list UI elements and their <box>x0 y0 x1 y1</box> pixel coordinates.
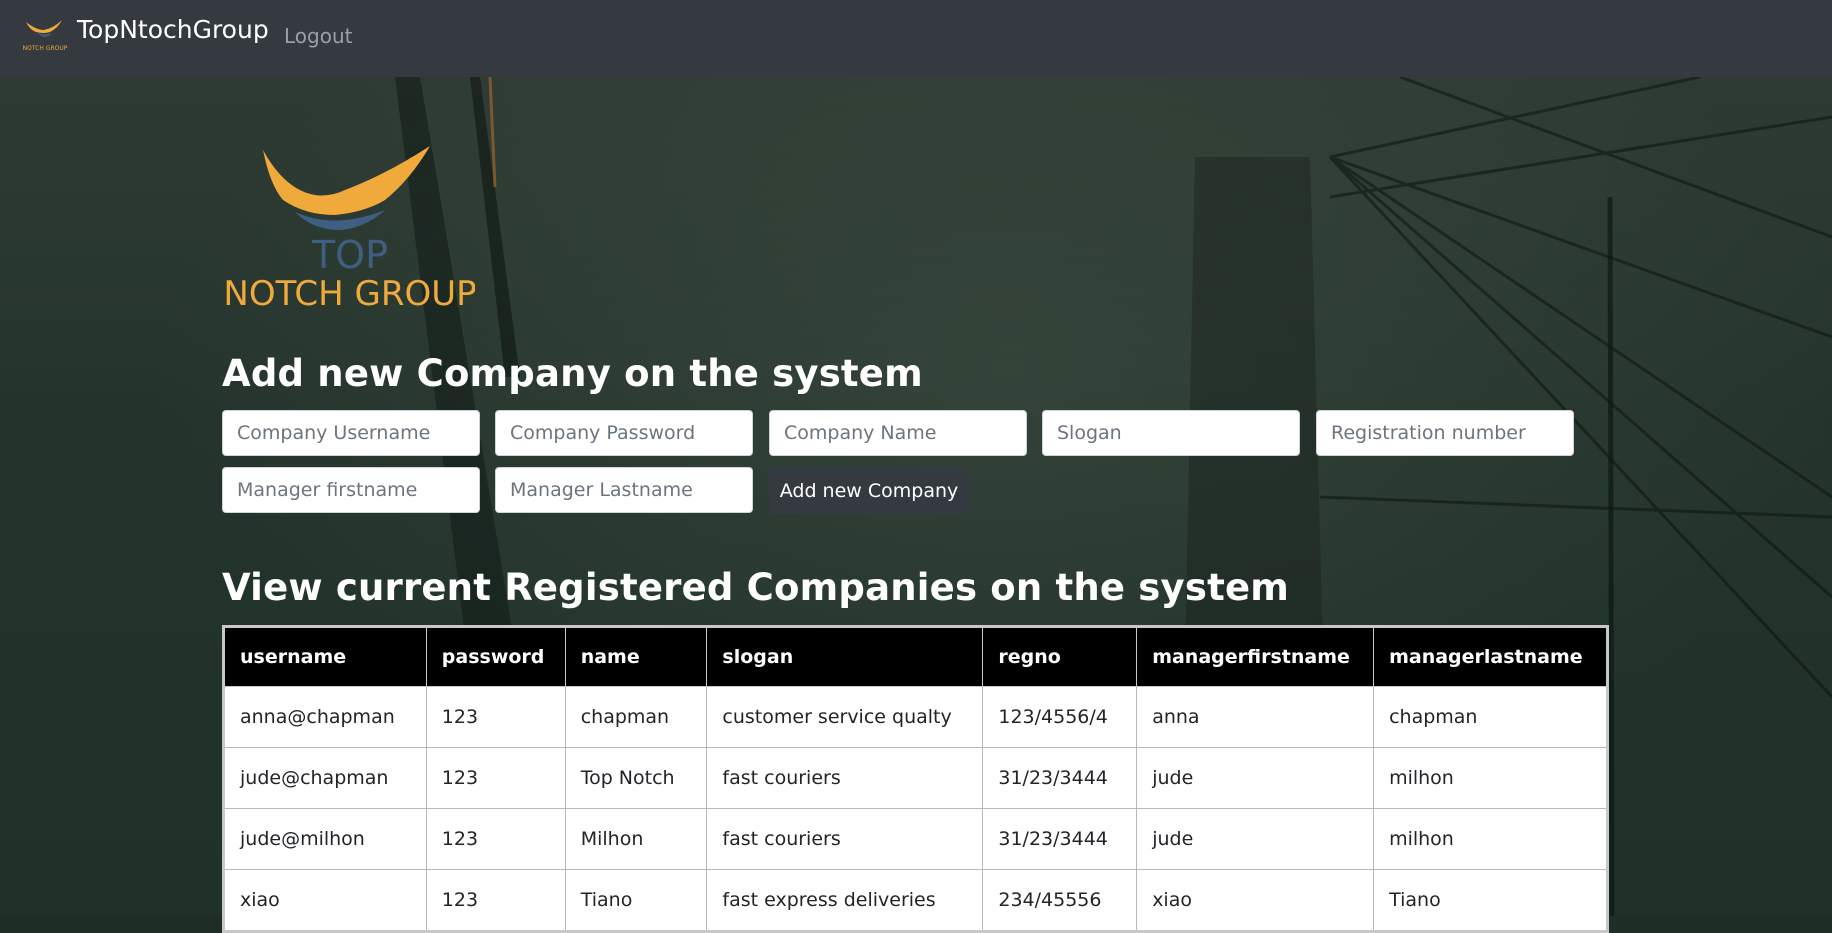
table-cell: milhon <box>1373 808 1608 870</box>
logo-text-top: TOP <box>311 233 388 277</box>
company-name-input[interactable] <box>769 410 1027 456</box>
add-new-company-button[interactable]: Add new Company <box>769 467 969 514</box>
table-cell: jude@milhon <box>223 808 427 870</box>
table-cell: chapman <box>1373 686 1608 748</box>
column-header-password: password <box>425 626 566 687</box>
table-cell: customer service qualty <box>706 686 984 748</box>
table-cell: 123/4556/4 <box>982 686 1138 748</box>
table-cell: fast couriers <box>706 747 984 809</box>
table-cell: 123 <box>425 808 566 870</box>
table-cell: fast express deliveries <box>706 869 984 932</box>
table-cell: jude@chapman <box>223 747 427 809</box>
column-header-username: username <box>223 626 427 687</box>
table-cell: jude <box>1136 808 1375 870</box>
table-row: jude@milhon 123 Milhon fast couriers 31/… <box>223 808 1608 870</box>
companies-table: username password name slogan regno mana… <box>222 625 1609 933</box>
table-cell: Tiano <box>564 869 708 932</box>
table-cell: 123 <box>425 686 566 748</box>
company-logo: TOP NOTCH GROUP <box>225 146 475 314</box>
registration-number-input[interactable] <box>1316 410 1574 456</box>
table-row: anna@chapman 123 chapman customer servic… <box>223 686 1608 748</box>
table-cell: chapman <box>564 686 708 748</box>
table-cell: 31/23/3444 <box>982 747 1138 809</box>
table-cell: 123 <box>425 869 566 932</box>
table-cell: Top Notch <box>564 747 708 809</box>
column-header-managerlastname: managerlastname <box>1373 626 1608 687</box>
column-header-regno: regno <box>982 626 1138 687</box>
brand-logo-text: NOTCH GROUP <box>23 45 68 52</box>
company-username-input[interactable] <box>222 410 480 456</box>
logo-text-notch-group: NOTCH GROUP <box>225 274 475 314</box>
top-navbar: NOTCH GROUP TopNtochGroup Logout <box>0 0 1832 77</box>
column-header-slogan: slogan <box>706 626 984 687</box>
column-header-name: name <box>564 626 708 687</box>
table-header-row: username password name slogan regno mana… <box>223 626 1608 687</box>
table-row: jude@chapman 123 Top Notch fast couriers… <box>223 747 1608 809</box>
add-company-heading: Add new Company on the system <box>222 352 923 395</box>
table-row: xiao 123 Tiano fast express deliveries 2… <box>223 869 1608 932</box>
table-cell: 31/23/3444 <box>982 808 1138 870</box>
logout-link[interactable]: Logout <box>284 24 352 48</box>
manager-lastname-input[interactable] <box>495 467 753 513</box>
table-cell: Tiano <box>1373 869 1608 932</box>
table-cell: 123 <box>425 747 566 809</box>
table-cell: xiao <box>223 869 427 932</box>
table-cell: jude <box>1136 747 1375 809</box>
table-cell: xiao <box>1136 869 1375 932</box>
column-header-managerfirstname: managerfirstname <box>1136 626 1375 687</box>
manager-firstname-input[interactable] <box>222 467 480 513</box>
view-companies-heading: View current Registered Companies on the… <box>222 566 1290 609</box>
slogan-input[interactable] <box>1042 410 1300 456</box>
table-cell: fast couriers <box>706 808 984 870</box>
table-cell: 234/45556 <box>982 869 1138 932</box>
table-cell: anna <box>1136 686 1375 748</box>
company-password-input[interactable] <box>495 410 753 456</box>
table-cell: milhon <box>1373 747 1608 809</box>
brand-logo-icon[interactable]: NOTCH GROUP <box>22 18 68 54</box>
table-cell: Milhon <box>564 808 708 870</box>
table-cell: anna@chapman <box>223 686 427 748</box>
brand-name[interactable]: TopNtochGroup <box>77 15 269 44</box>
